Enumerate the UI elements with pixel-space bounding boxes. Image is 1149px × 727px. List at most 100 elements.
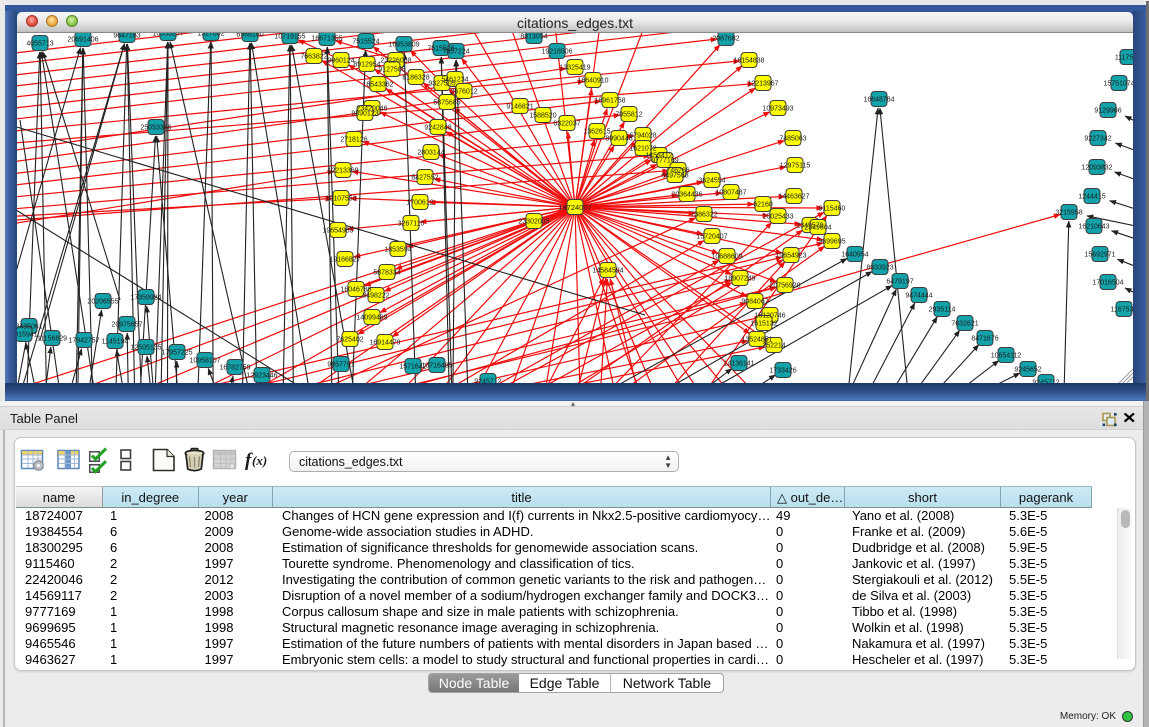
svg-text:8427552: 8427552 [411,175,438,182]
svg-text:17016504: 17016504 [1092,280,1123,287]
svg-text:8471676: 8471676 [971,336,998,343]
svg-text:1117534: 1117534 [1115,55,1133,62]
svg-text:1588520: 1588520 [529,113,556,120]
svg-text:8933923: 8933923 [866,265,893,272]
svg-text:12093832: 12093832 [1081,165,1112,172]
svg-text:16640910: 16640910 [577,78,608,85]
svg-text:19654985: 19654985 [322,228,353,235]
svg-text:17359924: 17359924 [130,295,161,302]
svg-text:14463627: 14463627 [778,194,809,201]
svg-text:14584594: 14584594 [592,268,623,275]
svg-text:6479197: 6479197 [886,279,913,286]
svg-text:23226058: 23226058 [380,58,411,65]
svg-text:19654923: 19654923 [775,253,806,260]
svg-text:12213369: 12213369 [327,168,358,175]
svg-text:9245712: 9245712 [1032,380,1059,384]
svg-text:20206555: 20206555 [87,299,118,306]
svg-text:8912954: 8912954 [353,62,380,69]
svg-text:6497568: 6497568 [661,173,688,180]
svg-text:1167534: 1167534 [1111,307,1133,314]
svg-text:7515524: 7515524 [352,39,379,46]
svg-text:3498222: 3498222 [362,293,389,300]
svg-text:10807487: 10807487 [715,190,746,197]
svg-text:16543362: 16543362 [362,82,393,89]
svg-text:9857791: 9857791 [327,362,354,369]
svg-text:12213967: 12213967 [747,81,778,88]
svg-text:14099489: 14099489 [356,315,387,322]
svg-text:2935114: 2935114 [929,307,956,314]
svg-text:9960124: 9960124 [327,58,354,65]
svg-text:1621072: 1621072 [629,146,656,153]
svg-text:3215958: 3215958 [1055,210,1082,217]
svg-text:10958107: 10958107 [189,358,220,365]
svg-text:12975115: 12975115 [780,163,811,170]
svg-text:14136141: 14136141 [723,361,754,368]
svg-text:16648784: 16648784 [863,97,894,104]
svg-text:9115460: 9115460 [819,206,846,213]
svg-text:9777169: 9777169 [651,158,678,165]
svg-text:9245712: 9245712 [474,379,501,384]
svg-text:1527602: 1527602 [197,33,224,38]
svg-text:10973493: 10973493 [762,106,793,113]
svg-text:9129966: 9129966 [1094,108,1121,115]
svg-text:8813054: 8813054 [520,34,547,41]
svg-text:10719155: 10719155 [274,34,305,41]
svg-text:3915941: 3915941 [17,332,38,339]
svg-text:20975857: 20975857 [111,322,142,329]
svg-text:9890123: 9890123 [351,111,378,118]
svg-text:10553257: 10553257 [152,33,183,38]
svg-text:23302035: 23302035 [518,219,549,226]
svg-text:1640954: 1640954 [841,252,868,259]
svg-text:8186328: 8186328 [402,75,429,82]
svg-text:12923446: 12923446 [246,373,277,380]
svg-text:16210643: 16210643 [1078,224,1109,231]
svg-text:9084067: 9084067 [741,299,768,306]
svg-text:1353594: 1353594 [384,247,411,254]
svg-text:17957225: 17957225 [161,350,192,357]
svg-text:11156829: 11156829 [37,336,67,343]
svg-text:9699695: 9699695 [818,239,845,246]
svg-text:7632621: 7632621 [951,321,978,328]
svg-text:5875685: 5875685 [433,100,460,107]
svg-text:16953809: 16953809 [388,42,419,49]
svg-text:7955812: 7955812 [615,112,642,119]
svg-text:16671355: 16671355 [311,36,342,43]
svg-text:2803144: 2803144 [417,150,444,157]
svg-text:16914479: 16914479 [369,340,400,347]
svg-text:10107553: 10107553 [325,196,356,203]
svg-text:16961758: 16961758 [594,98,625,105]
svg-text:(x): (x) [252,453,267,468]
svg-text:6966160: 6966160 [236,33,263,39]
svg-text:9242848: 9242848 [424,125,451,132]
svg-text:20364436: 20364436 [671,192,702,199]
svg-text:1615132: 1615132 [750,321,777,328]
svg-text:252214: 252214 [762,343,785,350]
svg-text:13325419: 13325419 [559,65,590,72]
svg-text:5878334: 5878334 [373,270,400,277]
svg-text:16782759: 16782759 [219,365,250,372]
svg-text:7485063: 7485063 [779,136,806,143]
svg-text:16154838: 16154838 [733,58,764,65]
svg-text:1571642: 1571642 [399,364,426,371]
svg-text:2676012: 2676012 [450,89,477,96]
svg-text:17942757: 17942757 [68,338,99,345]
svg-text:2718126: 2718126 [340,137,367,144]
svg-text:6322037: 6322037 [553,121,580,128]
svg-text:15751074: 15751074 [1103,81,1133,88]
svg-text:15692971: 15692971 [1084,252,1115,259]
svg-text:1362615: 1362615 [583,129,610,136]
svg-text:7857224: 7857224 [442,49,469,56]
svg-text:16120746: 16120746 [754,313,785,320]
svg-text:10688609: 10688609 [711,254,742,261]
svg-text:9146821: 9146821 [506,104,533,111]
svg-text:9245652: 9245652 [1014,367,1041,374]
svg-text:19166827: 19166827 [329,257,360,264]
svg-text:12505135: 12505135 [130,345,161,352]
svg-text:20691406: 20691406 [67,37,98,44]
svg-text:10654112: 10654112 [991,353,1022,360]
svg-text:6794028: 6794028 [629,133,656,140]
svg-text:19218506: 19218506 [541,49,572,56]
svg-text:2349604: 2349604 [804,225,831,232]
svg-text:9227342: 9227342 [1084,136,1111,143]
svg-text:25053346: 25053346 [140,125,171,132]
